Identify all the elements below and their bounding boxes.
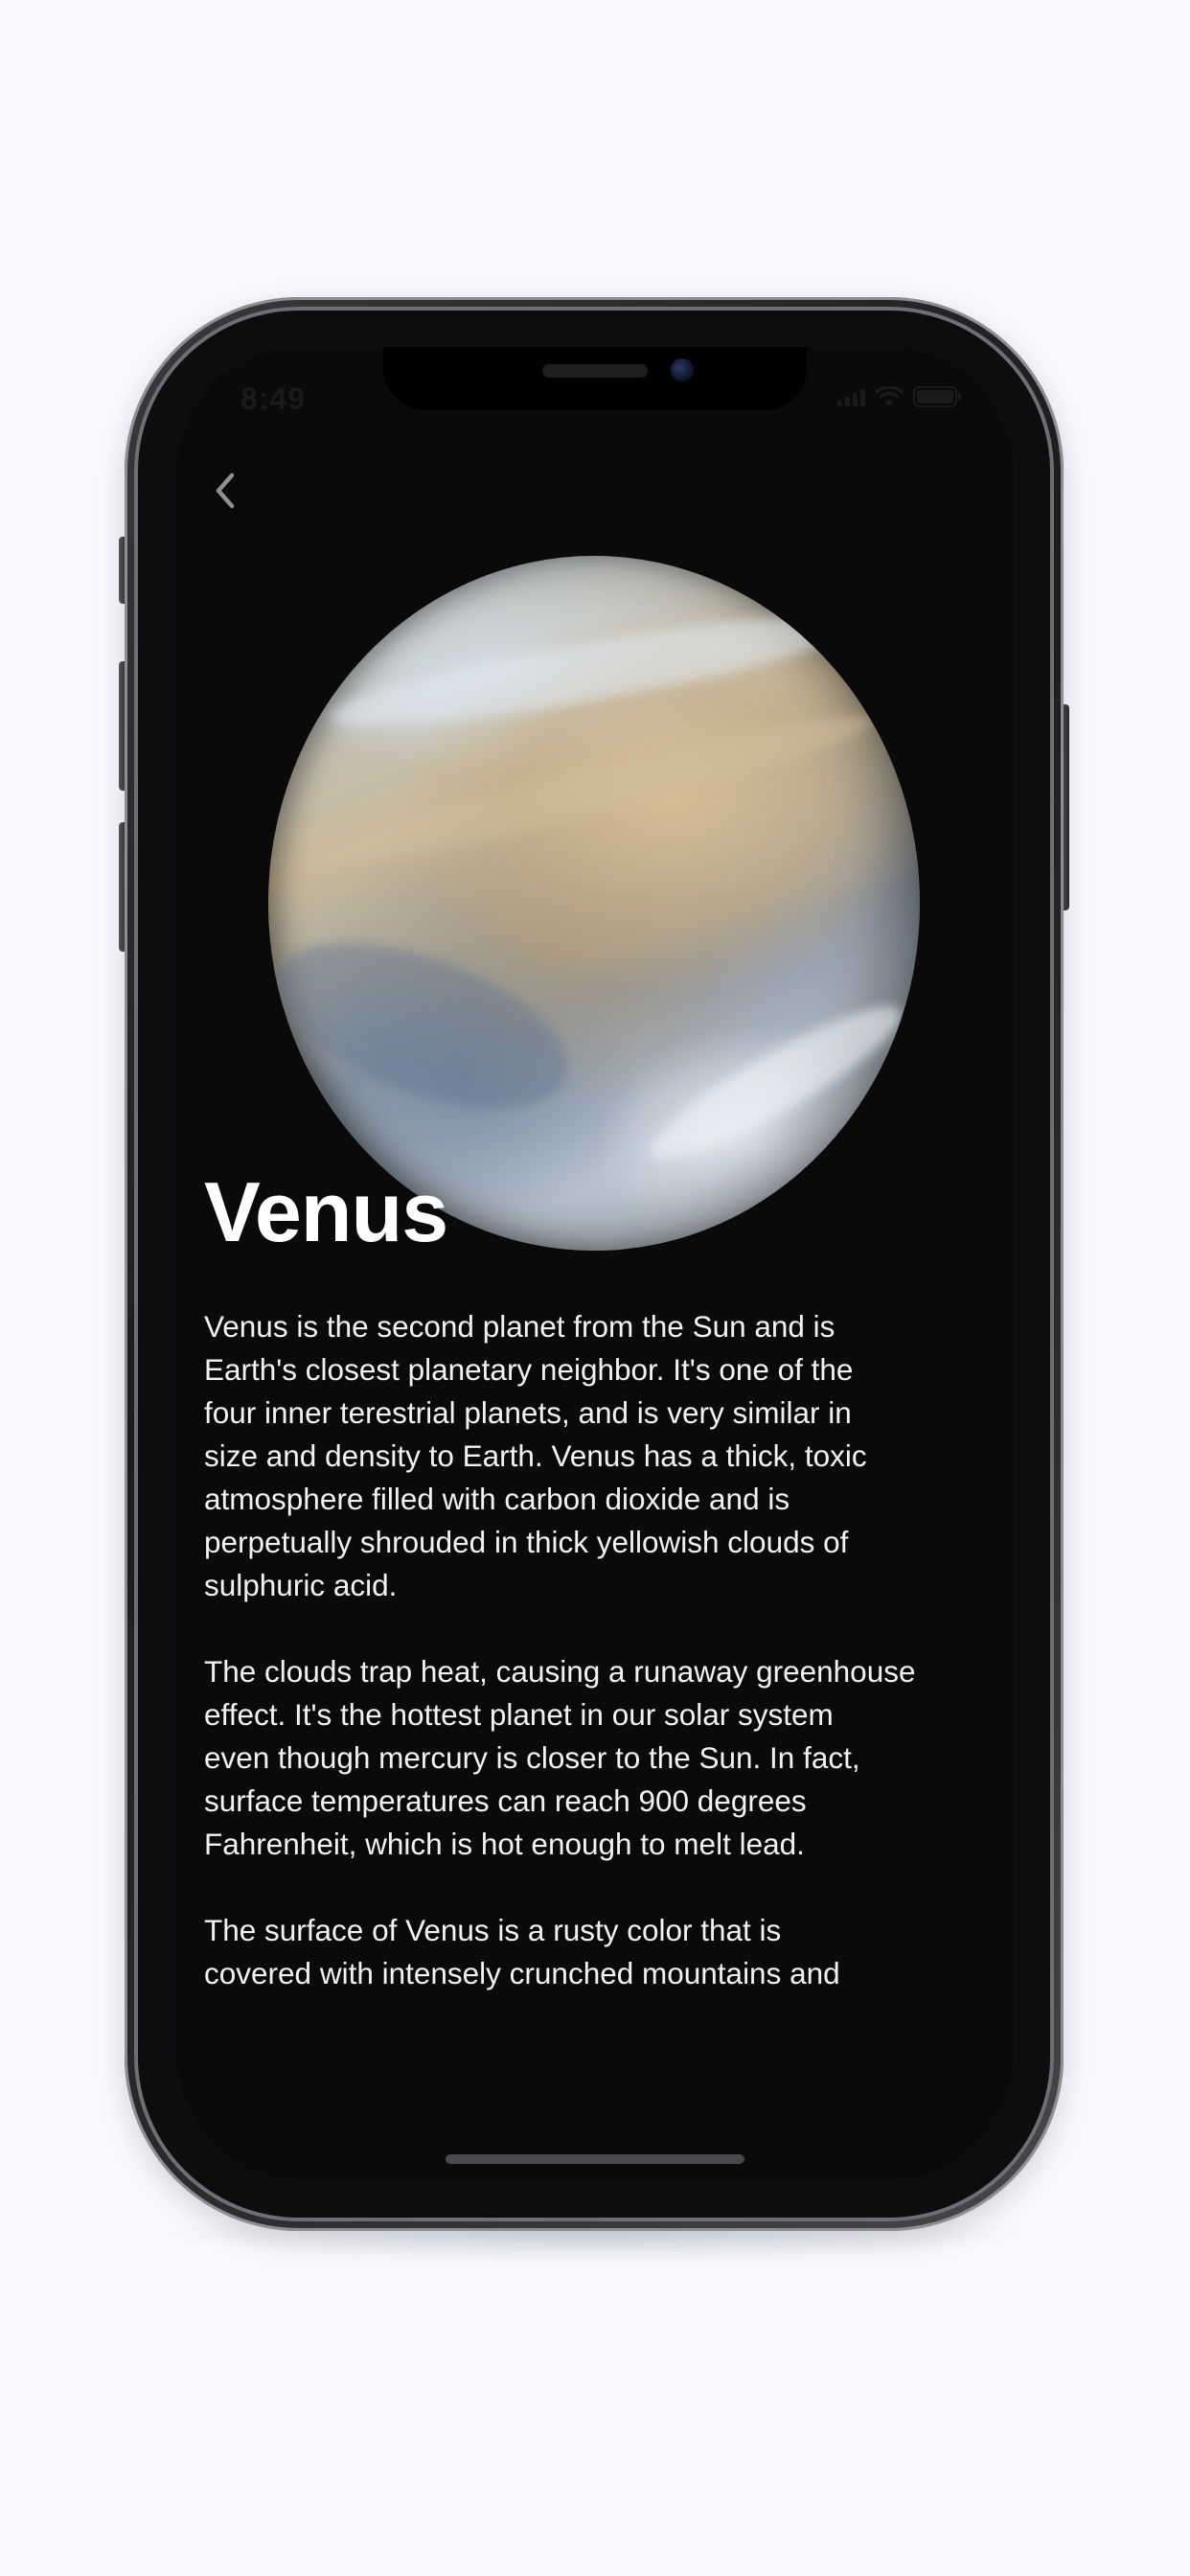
cloud-band <box>268 909 589 1141</box>
home-indicator[interactable] <box>446 2154 744 2164</box>
battery-icon <box>913 386 961 407</box>
chevron-left-icon <box>216 472 235 509</box>
front-camera <box>671 358 694 381</box>
status-icons <box>837 385 963 408</box>
cloud-band <box>309 698 880 884</box>
status-time: 8:49 <box>240 381 307 416</box>
wifi-icon <box>875 386 904 405</box>
stage: 8:49 Venus Venus is the second planet fr… <box>0 0 1190 2576</box>
description-paragraph: The clouds trap heat, causing a runaway … <box>204 1654 916 1861</box>
app-screen: 8:49 Venus Venus is the second planet fr… <box>177 347 1013 2179</box>
cloud-band <box>637 986 915 1180</box>
back-button[interactable] <box>196 462 254 519</box>
planet-title: Venus <box>204 1164 448 1259</box>
notch <box>383 347 807 410</box>
earpiece-speaker <box>542 364 648 378</box>
venus-planet-image <box>268 556 920 1251</box>
planet-description: Venus is the second planet from the Sun … <box>204 1305 990 2038</box>
cellular-signal-icon <box>837 387 865 406</box>
description-paragraph: Venus is the second planet from the Sun … <box>204 1309 867 1602</box>
description-paragraph: The surface of Venus is a rusty color th… <box>204 1913 840 1990</box>
planet-image <box>268 556 920 1251</box>
cloud-band <box>325 595 863 747</box>
